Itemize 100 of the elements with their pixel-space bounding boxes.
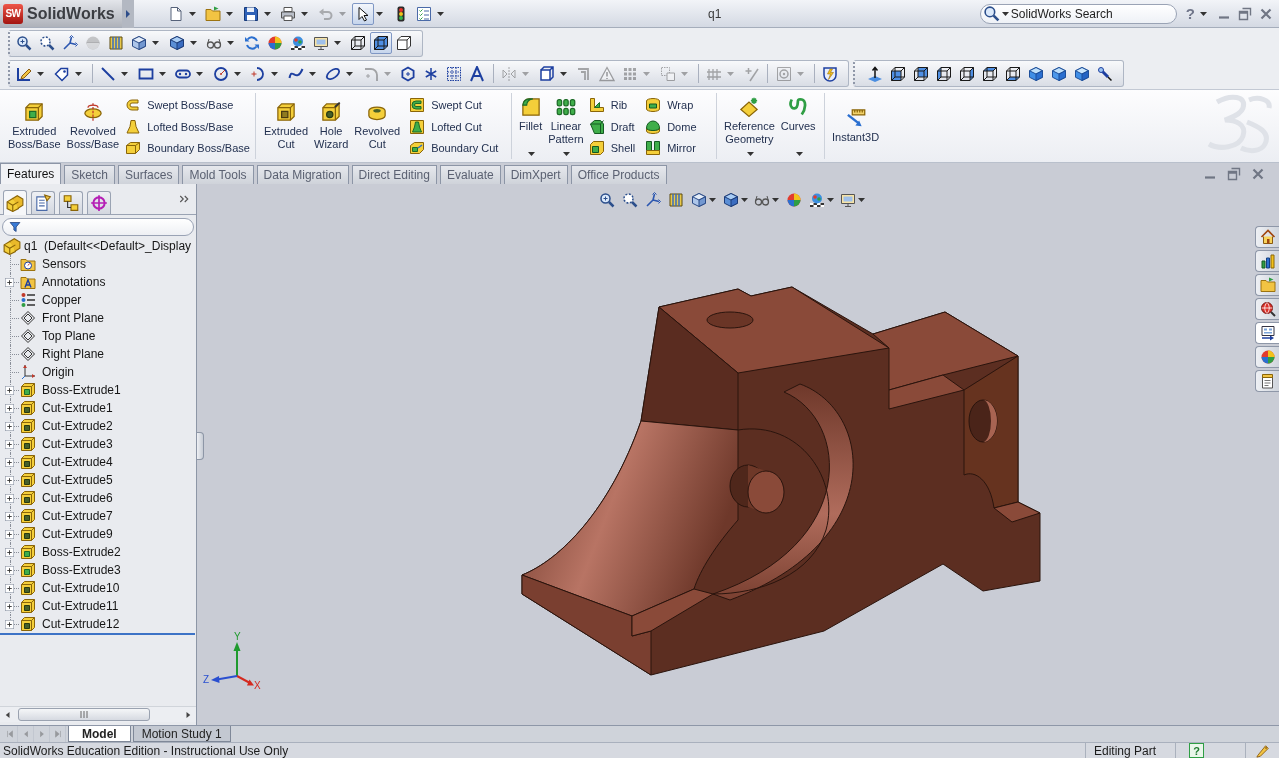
cut-bell-icon[interactable] xyxy=(409,118,426,135)
command-button[interactable]: Shell xyxy=(588,137,636,159)
caret-icon[interactable] xyxy=(795,152,803,156)
caret-icon[interactable] xyxy=(709,198,717,202)
command-button[interactable]: Linear Pattern xyxy=(545,93,587,159)
wire-cube-icon[interactable] xyxy=(936,65,952,82)
wire-cube-icon[interactable] xyxy=(913,65,929,82)
dome-icon[interactable] xyxy=(645,118,662,135)
asterisk-icon[interactable] xyxy=(423,65,439,82)
hook-icon[interactable] xyxy=(125,96,142,113)
expand-plus-icon[interactable] xyxy=(5,385,14,395)
tree-item[interactable]: Cut-Extrude3 xyxy=(42,437,113,451)
expand-plus-icon[interactable] xyxy=(5,601,14,611)
help-button[interactable]: ? xyxy=(1189,743,1204,758)
caret-icon[interactable] xyxy=(346,71,353,76)
dashed-grid-icon[interactable] xyxy=(446,65,462,82)
scrollbar-thumb[interactable] xyxy=(18,708,150,721)
command-button[interactable]: Boundary Cut xyxy=(409,137,499,159)
caret-icon[interactable] xyxy=(858,198,866,202)
tree-item[interactable]: Cut-Extrude6 xyxy=(42,491,113,505)
filter-field[interactable] xyxy=(2,218,194,236)
model-tab[interactable]: Motion Study 1 xyxy=(132,726,231,742)
tree-item[interactable]: Cut-Extrude11 xyxy=(42,599,119,613)
caret-icon[interactable] xyxy=(1001,11,1009,16)
circle-icon[interactable] xyxy=(212,65,229,82)
wrap-cylinder-icon[interactable] xyxy=(645,96,662,113)
caret-icon[interactable] xyxy=(333,41,341,45)
expand-plus-icon[interactable] xyxy=(5,529,14,539)
cursor-icon[interactable] xyxy=(352,2,374,25)
outline-cube-icon[interactable] xyxy=(396,35,412,51)
expand-plus-icon[interactable] xyxy=(5,583,14,593)
command-button[interactable]: Swept Boss/Base xyxy=(125,94,250,116)
command-tab[interactable]: Data Migration xyxy=(256,165,349,184)
tree-item[interactable]: Top Plane xyxy=(42,329,96,343)
tree-item[interactable]: Boss-Extrude1 xyxy=(42,383,121,397)
color-sphere-icon[interactable] xyxy=(785,192,802,208)
caret-icon[interactable] xyxy=(271,71,278,76)
tree-item[interactable]: Origin xyxy=(42,365,74,379)
rounded-block-icon[interactable] xyxy=(520,97,541,117)
dot-pattern-icon[interactable] xyxy=(555,97,576,117)
wire-cube-icon[interactable] xyxy=(959,65,975,82)
wire-cube-icon[interactable] xyxy=(1005,65,1021,82)
caret-icon[interactable] xyxy=(152,41,159,45)
command-button[interactable]: Lofted Cut xyxy=(409,115,499,138)
pointer-arrows-icon[interactable] xyxy=(62,35,78,51)
solid-cube-icon[interactable] xyxy=(1051,65,1067,82)
horizontal-scrollbar[interactable] xyxy=(0,706,196,722)
tree-item[interactable]: Sensors xyxy=(42,257,87,271)
command-button[interactable]: Reference Geometry xyxy=(721,93,778,159)
caret-icon[interactable] xyxy=(121,71,128,76)
caret-icon[interactable] xyxy=(559,71,567,76)
printer-icon[interactable] xyxy=(280,5,296,22)
ellipse-icon[interactable] xyxy=(325,65,341,82)
command-button[interactable]: Lofted Boss/Base xyxy=(125,115,250,138)
letter-icon[interactable] xyxy=(469,65,485,82)
bell-icon[interactable] xyxy=(125,118,142,135)
command-button[interactable]: Wrap xyxy=(645,94,697,116)
expand-plus-icon[interactable] xyxy=(5,619,14,629)
drill-block-icon[interactable] xyxy=(321,101,342,122)
monitor-icon[interactable] xyxy=(312,35,329,51)
command-tab[interactable]: Mold Tools xyxy=(182,165,254,184)
color-sphere-icon[interactable] xyxy=(266,35,283,51)
shaded-cube-icon[interactable] xyxy=(168,35,185,51)
expand-plus-icon[interactable] xyxy=(5,277,14,287)
shaded-cube-icon[interactable] xyxy=(722,192,739,208)
tree-item[interactable]: Copper xyxy=(42,293,82,307)
command-button[interactable]: Dome xyxy=(645,115,697,138)
command-tab[interactable]: DimXpert xyxy=(503,165,568,184)
double-chevron-icon[interactable] xyxy=(178,193,190,205)
tree-item[interactable]: Cut-Extrude5 xyxy=(42,473,113,487)
scene-sphere-icon[interactable] xyxy=(289,35,306,51)
cube-icon[interactable] xyxy=(131,35,147,51)
magnifier-icon[interactable] xyxy=(16,35,32,51)
caret-icon[interactable] xyxy=(308,71,316,76)
command-button[interactable]: Extruded Cut xyxy=(261,93,312,159)
caret-icon[interactable] xyxy=(301,11,308,16)
extrude-block-icon[interactable] xyxy=(24,101,45,122)
expand-plus-icon[interactable] xyxy=(5,475,14,485)
dimension-tag-icon[interactable] xyxy=(53,65,70,82)
tree-item[interactable]: Cut-Extrude1 xyxy=(42,401,113,415)
caret-icon[interactable] xyxy=(158,71,166,76)
command-button[interactable]: Rib xyxy=(588,94,636,116)
cut-block-icon[interactable] xyxy=(276,101,296,122)
tree-item[interactable]: Cut-Extrude7 xyxy=(42,509,113,523)
command-button[interactable]: Instant3D xyxy=(829,93,883,159)
pointer-arrows-icon[interactable] xyxy=(645,192,662,208)
expand-plus-icon[interactable] xyxy=(5,439,14,449)
caret-icon[interactable] xyxy=(227,41,234,45)
revolve-icon[interactable] xyxy=(82,101,103,122)
command-tab[interactable]: Sketch xyxy=(64,165,116,184)
tree-item[interactable]: Boss-Extrude2 xyxy=(42,545,121,559)
hexagon-icon[interactable] xyxy=(400,65,416,82)
cut-hook-icon[interactable] xyxy=(409,96,426,113)
ruler-arrow-icon[interactable] xyxy=(845,108,866,128)
wire-cube-icon[interactable] xyxy=(890,65,906,82)
caret-icon[interactable] xyxy=(436,11,444,16)
caret-icon[interactable] xyxy=(376,11,383,16)
striped-panel-icon[interactable] xyxy=(108,35,124,51)
command-button[interactable]: Revolved Cut xyxy=(351,93,404,159)
wire-cube-icon[interactable] xyxy=(982,65,998,82)
